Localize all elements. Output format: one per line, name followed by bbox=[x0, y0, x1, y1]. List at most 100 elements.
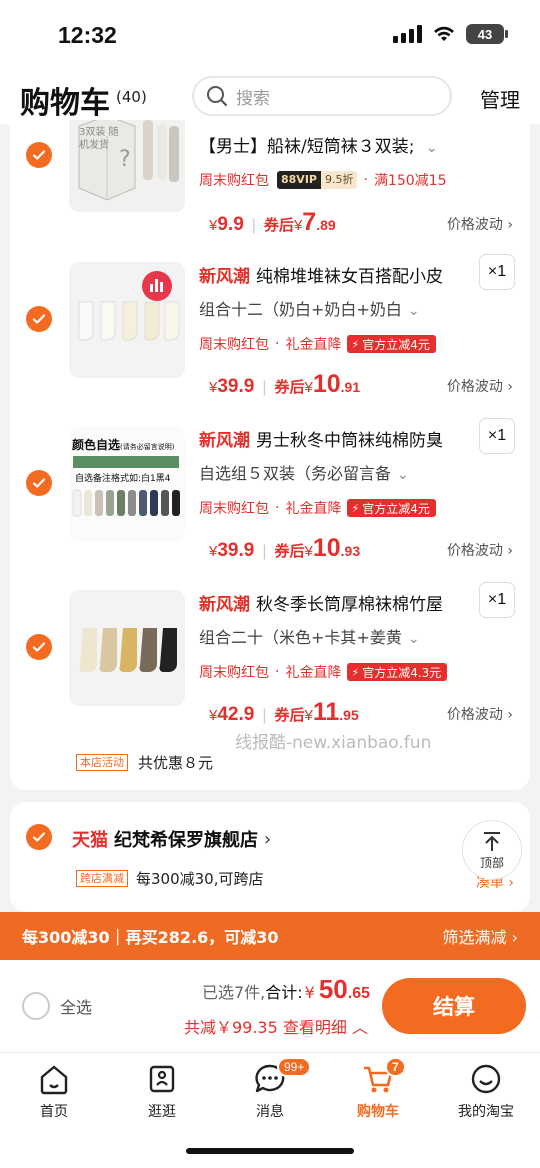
signal-icon bbox=[393, 25, 422, 43]
store-checkbox[interactable] bbox=[26, 824, 52, 850]
after-price-dec: .93 bbox=[340, 543, 361, 559]
price-wave-link[interactable]: 价格波动 › bbox=[447, 214, 513, 234]
sku-text: 自选组５双装（务必留言备 bbox=[199, 464, 392, 483]
price-currency: ¥ bbox=[209, 379, 218, 396]
product-title[interactable]: 【男士】船袜/短筒袜３双装; ⌄ bbox=[199, 132, 479, 157]
sku-selector[interactable]: 组合二十（米色+卡其+姜黄 ⌄ bbox=[199, 624, 420, 648]
shop-activity-text: 共优惠８元 bbox=[138, 754, 214, 772]
promo-line: 周末购红包 · 礼金直降 ⚡ 官方立减4元 bbox=[199, 498, 436, 518]
price-wave-text: 价格波动 bbox=[446, 707, 503, 723]
select-all-label: 全选 bbox=[60, 998, 93, 1017]
search-input[interactable]: 搜索 bbox=[192, 76, 452, 116]
check-icon bbox=[32, 832, 46, 842]
back-to-top-button[interactable]: 顶部 bbox=[462, 820, 522, 880]
selected-count: 已选7件, bbox=[201, 983, 266, 1002]
status-time: 12:32 bbox=[58, 22, 117, 48]
product-title[interactable]: 新风潮 纯棉堆堆袜女百搭配小皮 bbox=[199, 262, 479, 287]
checkout-button[interactable]: 结算 bbox=[382, 978, 526, 1034]
after-price-dec: .89 bbox=[316, 217, 336, 233]
chevron-down-icon: ⌄ bbox=[397, 467, 409, 483]
tab-stroll[interactable]: 逛逛 bbox=[117, 1061, 207, 1121]
promo-text: 周末购红包 bbox=[199, 665, 269, 681]
filter-discount-button[interactable]: 筛选满减 › bbox=[443, 924, 519, 948]
product-image-banner bbox=[73, 456, 179, 468]
price-value: 39.9 bbox=[217, 540, 255, 561]
tab-profile[interactable]: 我的淘宝 bbox=[441, 1061, 531, 1121]
total-currency: ¥ bbox=[304, 983, 315, 1002]
after-currency: ¥ bbox=[304, 543, 313, 560]
after-coupon-label: 券后 bbox=[274, 706, 305, 724]
sku-text: 组合二十（米色+卡其+姜黄 bbox=[199, 628, 402, 647]
quantity-stepper[interactable]: ×1 bbox=[479, 254, 515, 290]
separator-dot: · bbox=[275, 500, 280, 516]
total-dec: .65 bbox=[347, 985, 370, 1002]
manage-button[interactable]: 管理 bbox=[480, 84, 520, 113]
vip-label: 88VIP bbox=[277, 171, 321, 189]
after-coupon-label: 券后 bbox=[263, 216, 294, 234]
item-checkbox[interactable] bbox=[26, 306, 52, 332]
quantity-stepper[interactable]: ×1 bbox=[479, 582, 515, 618]
chevron-down-icon: ⌄ bbox=[407, 303, 420, 319]
view-details-link[interactable]: 共减￥99.35 查看明细 ︿ bbox=[184, 1014, 368, 1038]
after-coupon-label: 券后 bbox=[274, 378, 305, 396]
promo-line: 周末购红包 · 礼金直降 ⚡ 官方立减4元 bbox=[199, 334, 436, 354]
price-row: ¥ 42.9 | 券后 ¥ 11 .95 bbox=[209, 698, 359, 727]
watermark: 线报酷-new.xianbao.fun bbox=[235, 733, 432, 753]
check-icon bbox=[32, 150, 46, 160]
product-thumbnail[interactable] bbox=[69, 262, 185, 378]
home-icon bbox=[40, 1065, 68, 1095]
item-checkbox[interactable] bbox=[26, 470, 52, 496]
status-icons: 43 bbox=[393, 24, 508, 44]
product-title[interactable]: 新风潮 男士秋冬中筒袜纯棉防臭 bbox=[199, 426, 479, 451]
select-all-checkbox[interactable]: 全选 bbox=[22, 992, 92, 1020]
item-checkbox[interactable] bbox=[26, 142, 52, 168]
discount-bar-text: 每300减30｜再买282.6，可减30 bbox=[22, 928, 279, 947]
tmall-logo: 天猫 bbox=[72, 830, 108, 851]
official-discount-badge: ⚡ 官方立减4元 bbox=[347, 335, 436, 353]
product-title[interactable]: 新风潮 秋冬季长筒厚棉袜棉竹屋 bbox=[199, 590, 479, 615]
tab-messages[interactable]: 消息 99+ bbox=[225, 1057, 315, 1121]
tab-cart[interactable]: 购物车 7 bbox=[333, 1057, 423, 1121]
product-thumbnail[interactable] bbox=[69, 590, 185, 706]
header: 购物车 (40) 搜索 管理 bbox=[0, 72, 540, 124]
shop-card: ? 3双装 随机发货 【男士】船袜/短筒袜３双装; ⌄ 周末购红包 88VIP … bbox=[10, 120, 530, 790]
sku-selector[interactable]: 自选组５双装（务必留言备 ⌄ bbox=[199, 460, 409, 484]
thumb-line2: 自选备注格式如:白1黑4 bbox=[75, 474, 171, 484]
price-currency: ¥ bbox=[209, 707, 218, 724]
official-discount-text: 官方立减4元 bbox=[362, 337, 430, 352]
saved-text: 共减￥99.35 查看明细 bbox=[183, 1018, 347, 1037]
price-wave-link[interactable]: 价格波动 › bbox=[447, 540, 513, 560]
promo-text: 周末购红包 bbox=[199, 173, 269, 189]
price-wave-link[interactable]: 价格波动 › bbox=[447, 376, 513, 396]
vip-badge: 88VIP 9.5折 bbox=[277, 171, 358, 189]
price-wave-link[interactable]: 价格波动 › bbox=[447, 704, 513, 724]
home-indicator bbox=[186, 1148, 354, 1154]
stroll-icon bbox=[149, 1065, 175, 1093]
tab-label: 我的淘宝 bbox=[458, 1104, 514, 1120]
product-title-text: 纯棉堆堆袜女百搭配小皮 bbox=[256, 267, 443, 287]
arrow-up-icon bbox=[484, 831, 500, 851]
price-row: ¥ 39.9 | 券后 ¥ 10 .91 bbox=[209, 370, 360, 399]
price-row: ¥ 9.9 | 券后 ¥ 7 .89 bbox=[209, 208, 336, 237]
lightning-icon: ⚡ bbox=[351, 337, 360, 351]
tab-home[interactable]: 首页 bbox=[9, 1061, 99, 1121]
product-image-text: 3双装 随机发货 bbox=[79, 127, 119, 151]
product-thumbnail[interactable]: ? 3双装 随机发货 bbox=[69, 120, 185, 212]
after-price-int: 7 bbox=[302, 208, 317, 236]
price-divider: | bbox=[251, 217, 256, 234]
search-icon bbox=[207, 86, 228, 107]
promo-gift: 礼金直降 bbox=[285, 501, 342, 517]
search-placeholder: 搜索 bbox=[236, 88, 270, 109]
cart-count: (40) bbox=[116, 88, 147, 106]
shop-activity[interactable]: 本店活动 共优惠８元 bbox=[76, 752, 213, 773]
price-wave-text: 价格波动 bbox=[446, 379, 503, 395]
quantity-stepper[interactable]: ×1 bbox=[479, 418, 515, 454]
sku-selector[interactable]: 组合十二（奶白+奶白+奶白 ⌄ bbox=[199, 296, 420, 320]
unchecked-circle-icon bbox=[22, 992, 50, 1020]
item-checkbox[interactable] bbox=[26, 634, 52, 660]
store-name-link[interactable]: 天猫 纪梵希保罗旗舰店 › bbox=[72, 826, 271, 852]
product-image-title: 颜色自选(请务必留言说明) bbox=[72, 436, 174, 453]
product-thumbnail[interactable]: 颜色自选(请务必留言说明) 自选备注格式如:白1黑4 bbox=[69, 426, 185, 542]
price-divider: | bbox=[262, 543, 267, 560]
after-price-int: 11 bbox=[312, 698, 340, 726]
